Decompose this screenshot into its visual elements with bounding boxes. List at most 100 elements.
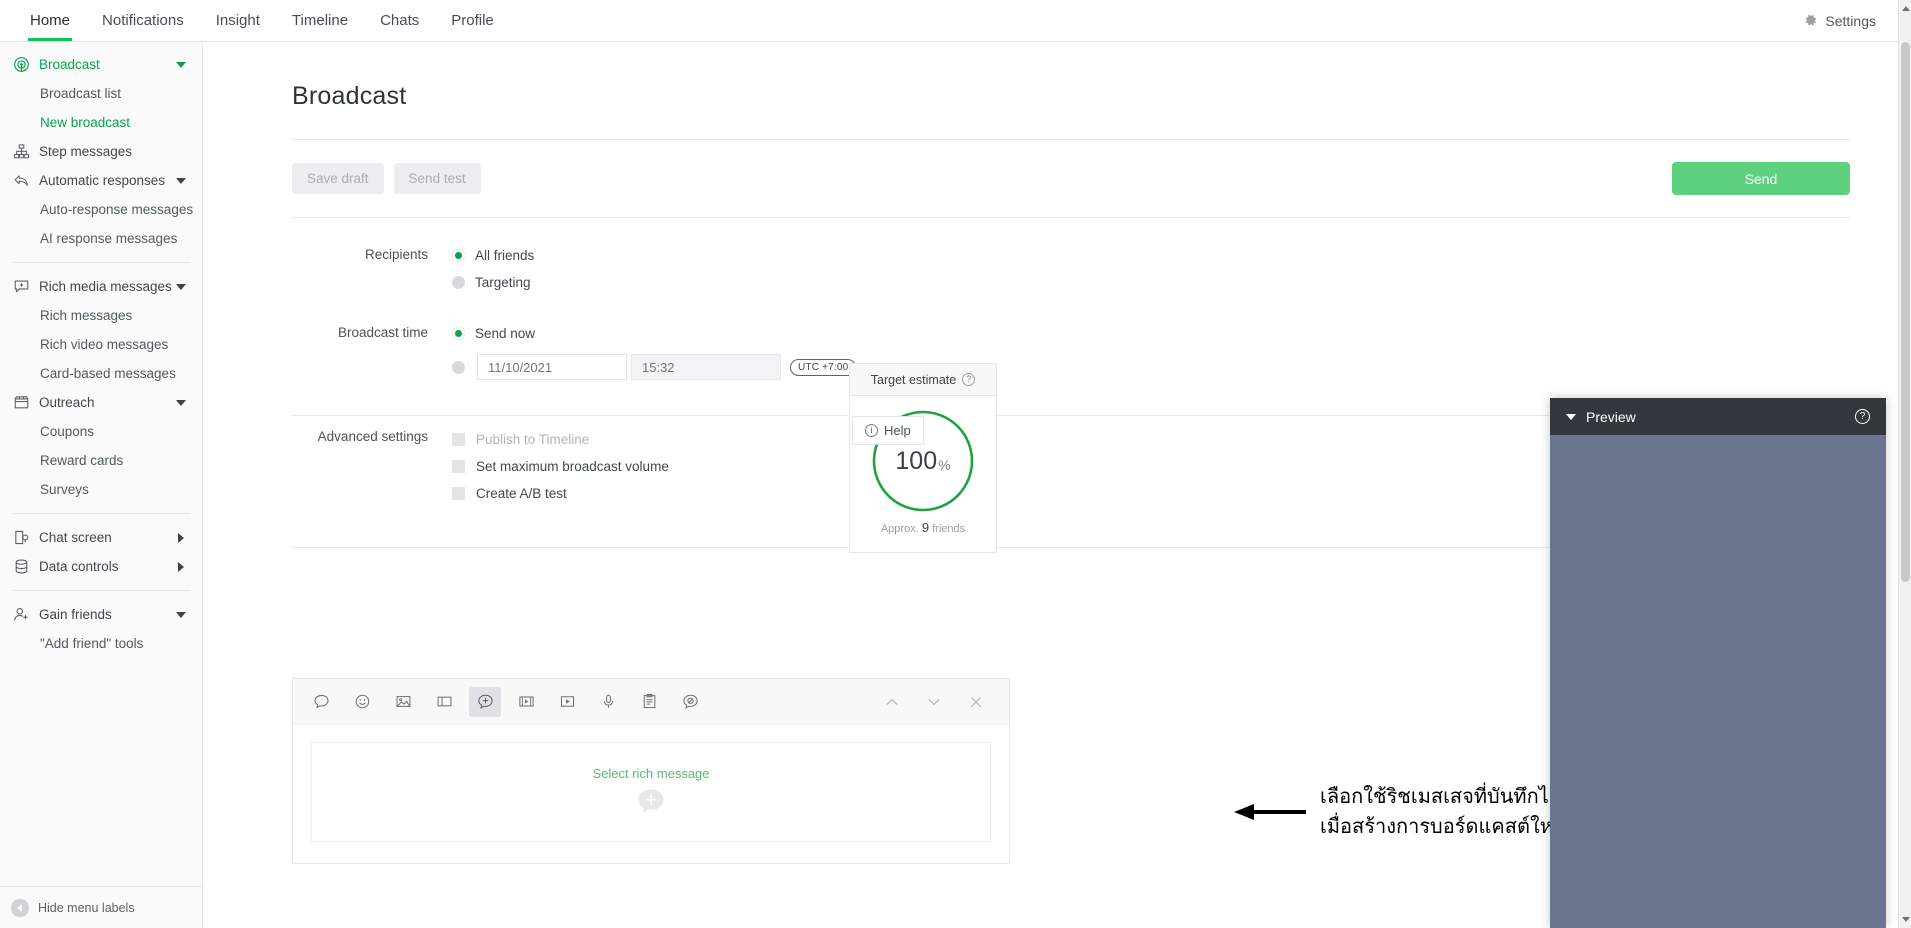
checkbox-create-ab-test-box[interactable] [452,487,465,500]
sidebar-item-chat-screen[interactable]: Chat screen [0,523,202,552]
chevron-up-icon-button[interactable] [879,687,905,717]
hide-menu-labels-button[interactable]: Hide menu labels [0,886,203,928]
close-icon-button[interactable] [963,687,989,717]
chevron-down-icon[interactable] [176,612,186,618]
radio-targeting[interactable]: Targeting [452,271,1898,293]
sidebar-item-step-messages[interactable]: Step messages [0,137,202,166]
sidebar-group-tools: Chat screen Data controls [0,521,202,583]
send-button[interactable]: Send [1672,162,1850,195]
recipients-field: Recipients All friends Targeting [292,244,1898,298]
tab-timeline[interactable]: Timeline [276,0,364,41]
preview-header[interactable]: Preview ? [1550,398,1886,435]
sidebar-item-add-friend-tools[interactable]: "Add friend" tools [0,629,202,658]
tab-notifications[interactable]: Notifications [86,0,200,41]
sidebar-item-surveys[interactable]: Surveys [0,475,202,504]
tab-home[interactable]: Home [14,0,86,41]
sidebar-item-auto-response-messages[interactable]: Auto-response messages [0,195,202,224]
sidebar-item-automatic-responses[interactable]: Automatic responses [0,166,202,195]
text-bubble-icon-button[interactable] [305,687,337,717]
rich-video-icon-button[interactable] [510,687,542,717]
outreach-icon [13,394,30,411]
target-estimate-title: Target estimate [871,373,956,387]
help-button[interactable]: i Help [852,416,924,445]
sidebar-item-rich-video-messages-label: Rich video messages [40,337,168,352]
sidebar-group-rich-media: Rich media messages Rich messages Rich v… [0,270,202,506]
sidebar-item-gain-friends-label: Gain friends [39,607,112,622]
sidebar-item-coupons-label: Coupons [40,424,94,439]
sidebar-item-broadcast-list[interactable]: Broadcast list [0,79,202,108]
video-icon-button[interactable] [551,687,583,717]
checkbox-publish-to-timeline-box[interactable] [452,433,465,446]
radio-send-now[interactable]: Send now [452,322,1898,344]
sidebar-item-rich-messages-label: Rich messages [40,308,132,323]
sidebar-item-data-controls[interactable]: Data controls [0,552,202,581]
broadcast-icon [13,56,30,73]
radio-all-friends[interactable]: All friends [452,244,1898,266]
scroll-up-arrow-icon[interactable] [1902,6,1910,11]
sidebar-item-reward-cards[interactable]: Reward cards [0,446,202,475]
sidebar-item-new-broadcast-label: New broadcast [40,115,130,130]
sidebar-item-rich-messages[interactable]: Rich messages [0,301,202,330]
chevron-down-icon [926,694,942,710]
card-message-icon-button[interactable] [674,687,706,717]
sidebar-item-coupons[interactable]: Coupons [0,417,202,446]
question-mark-icon[interactable]: ? [1855,409,1870,424]
chat-screen-icon [13,529,30,546]
close-icon [968,694,984,710]
schedule-time-input[interactable] [631,354,781,380]
schedule-date-input[interactable] [477,354,627,380]
select-rich-message-dropzone[interactable]: Select rich message [311,742,991,842]
target-estimate-header: Target estimate ? [850,364,996,396]
voice-icon-button[interactable] [592,687,624,717]
broadcast-form: Recipients All friends Targeting Broadca… [204,218,1898,380]
sidebar-item-rich-media-messages[interactable]: Rich media messages [0,272,202,301]
sidebar-item-new-broadcast[interactable]: New broadcast [0,108,202,137]
sidebar-item-ai-response-messages-label: AI response messages [40,231,177,246]
chevron-down-icon-button[interactable] [921,687,947,717]
preview-panel: Preview ? [1550,398,1886,928]
chevron-right-icon[interactable] [178,562,184,572]
top-navigation-bar: Home Notifications Insight Timeline Chat… [0,0,1898,42]
sidebar-item-step-messages-label: Step messages [39,144,132,159]
radio-schedule-indicator[interactable] [452,361,465,374]
sticker-smiley-icon-button[interactable] [346,687,378,717]
page-scrollbar[interactable] [1898,0,1911,928]
broadcast-time-field: Broadcast time Send now UTC +7:00 [292,322,1898,380]
chevron-down-icon[interactable] [176,178,186,184]
chevron-down-icon[interactable] [176,62,186,68]
sidebar-item-card-based-messages[interactable]: Card-based messages [0,359,202,388]
tab-chats[interactable]: Chats [364,0,435,41]
scrollbar-thumb[interactable] [1901,42,1910,582]
save-draft-button[interactable]: Save draft [292,163,384,194]
sidebar-group-gain-friends: Gain friends "Add friend" tools [0,598,202,660]
sidebar-item-ai-response-messages[interactable]: AI response messages [0,224,202,253]
sidebar-item-broadcast[interactable]: Broadcast [0,50,202,79]
radio-targeting-indicator[interactable] [452,276,465,289]
radio-send-now-indicator[interactable] [452,327,465,340]
sidebar-item-outreach[interactable]: Outreach [0,388,202,417]
sidebar-item-add-friend-tools-label: "Add friend" tools [40,636,143,651]
survey-icon [641,693,658,710]
scroll-down-arrow-icon[interactable] [1902,917,1910,922]
checkbox-set-max-volume-box[interactable] [452,460,465,473]
checkbox-publish-to-timeline-label: Publish to Timeline [476,432,589,447]
bubble-plus-icon [635,786,667,818]
tab-profile[interactable]: Profile [435,0,510,41]
message-editor: Select rich message [292,678,1010,864]
send-test-button[interactable]: Send test [394,163,481,194]
tab-notifications-label: Notifications [102,12,184,29]
tab-insight[interactable]: Insight [200,0,276,41]
radio-all-friends-indicator[interactable] [452,249,465,262]
rich-media-icon [13,278,30,295]
rich-message-plus-icon-button[interactable] [469,687,501,717]
chevron-down-icon[interactable] [176,284,186,290]
survey-icon-button[interactable] [633,687,665,717]
chevron-down-icon[interactable] [176,400,186,406]
question-mark-icon[interactable]: ? [962,373,975,386]
coupon-icon-button[interactable] [428,687,460,717]
settings-button[interactable]: Settings [1803,0,1898,41]
chevron-right-icon[interactable] [178,533,184,543]
sidebar-item-gain-friends[interactable]: Gain friends [0,600,202,629]
sidebar-item-rich-video-messages[interactable]: Rich video messages [0,330,202,359]
photo-icon-button[interactable] [387,687,419,717]
